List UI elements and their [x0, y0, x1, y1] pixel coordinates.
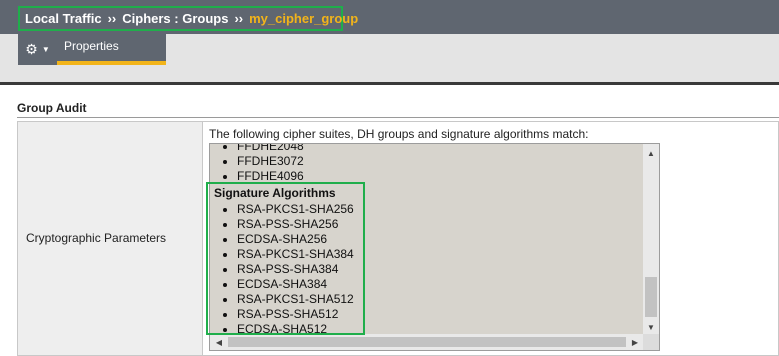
breadcrumb-current: my_cipher_group	[249, 11, 359, 26]
list-item: RSA-PSS-SHA384	[237, 262, 354, 277]
list-item: FFDHE4096	[237, 169, 354, 184]
chevron-down-icon: ▼	[41, 45, 50, 54]
list-item: ECDSA-SHA512	[237, 322, 354, 334]
scroll-down-arrow-icon[interactable]: ▼	[643, 320, 659, 334]
list-item: RSA-PKCS1-SHA384	[237, 247, 354, 262]
breadcrumb-separator: ››	[107, 11, 117, 26]
intro-text: The following cipher suites, DH groups a…	[209, 127, 589, 141]
gear-menu-button[interactable]: ⚙ ▼	[18, 34, 58, 65]
listbox-viewport: FFDHE2048 FFDHE3072 FFDHE4096 Signature …	[210, 144, 644, 334]
list-item: FFDHE3072	[237, 154, 354, 169]
tab-bar-divider	[0, 82, 779, 85]
signature-algorithms-list: RSA-PKCS1-SHA256 RSA-PSS-SHA256 ECDSA-SH…	[213, 202, 354, 334]
scroll-right-arrow-icon[interactable]: ▶	[628, 334, 642, 350]
breadcrumb-item-cipher-groups[interactable]: Ciphers : Groups	[122, 11, 228, 26]
list-item: RSA-PSS-SHA256	[237, 217, 354, 232]
scroll-left-arrow-icon[interactable]: ◀	[212, 334, 226, 350]
horizontal-scroll-thumb[interactable]	[228, 337, 626, 347]
section-title: Group Audit	[17, 101, 87, 115]
row-label: Cryptographic Parameters	[26, 231, 167, 245]
tab-properties[interactable]: Properties	[57, 34, 166, 65]
horizontal-scrollbar[interactable]: ◀ ▶	[210, 334, 644, 350]
scrollbar-corner	[643, 334, 659, 350]
list-item: ECDSA-SHA256	[237, 232, 354, 247]
vertical-scroll-thumb[interactable]	[645, 277, 657, 317]
breadcrumb: Local Traffic ›› Ciphers : Groups ›› my_…	[18, 6, 358, 31]
list-item: RSA-PSS-SHA512	[237, 307, 354, 322]
dh-groups-list: FFDHE2048 FFDHE3072 FFDHE4096	[213, 144, 354, 184]
breadcrumb-separator: ››	[234, 11, 244, 26]
list-item: ECDSA-SHA384	[237, 277, 354, 292]
signature-algorithms-heading: Signature Algorithms	[214, 186, 336, 200]
label-cell: Cryptographic Parameters	[17, 121, 203, 356]
listbox-content: FFDHE2048 FFDHE3072 FFDHE4096 Signature …	[213, 144, 354, 334]
scroll-up-arrow-icon[interactable]: ▲	[643, 146, 659, 160]
gear-icon: ⚙	[25, 41, 38, 57]
crypto-parameters-listbox[interactable]: FFDHE2048 FFDHE3072 FFDHE4096 Signature …	[209, 143, 660, 351]
section-divider	[17, 117, 779, 118]
vertical-scrollbar[interactable]: ▲ ▼	[643, 144, 659, 334]
list-item: RSA-PKCS1-SHA256	[237, 202, 354, 217]
breadcrumb-item-local-traffic[interactable]: Local Traffic	[25, 11, 102, 26]
list-item: RSA-PKCS1-SHA512	[237, 292, 354, 307]
list-item: FFDHE2048	[237, 144, 354, 154]
